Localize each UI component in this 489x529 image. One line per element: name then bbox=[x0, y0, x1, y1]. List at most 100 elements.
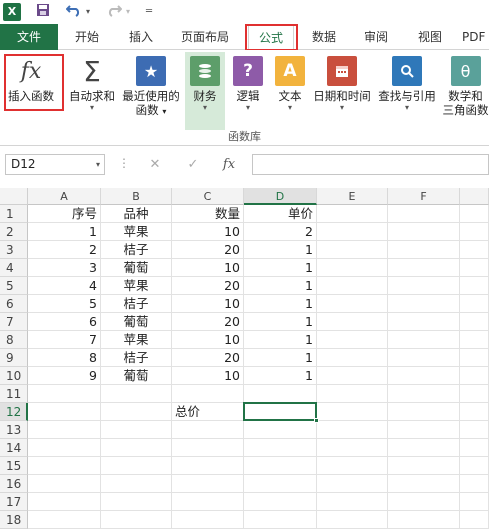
cell-g11[interactable] bbox=[460, 385, 489, 403]
row-header-8[interactable]: 8 bbox=[0, 331, 28, 349]
cell-f12[interactable] bbox=[388, 403, 460, 421]
cell-d18[interactable] bbox=[244, 511, 317, 529]
cell-f10[interactable] bbox=[388, 367, 460, 385]
cell-d5[interactable]: 1 bbox=[244, 277, 317, 295]
cell-d14[interactable] bbox=[244, 439, 317, 457]
cell-f1[interactable] bbox=[388, 205, 460, 223]
cell-g4[interactable] bbox=[460, 259, 489, 277]
cell-e17[interactable] bbox=[317, 493, 388, 511]
cell-c12[interactable]: 总价 bbox=[172, 403, 244, 421]
cell-b4[interactable]: 葡萄 bbox=[101, 259, 172, 277]
cell-e15[interactable] bbox=[317, 457, 388, 475]
cell-b9[interactable]: 桔子 bbox=[101, 349, 172, 367]
cell-f5[interactable] bbox=[388, 277, 460, 295]
row-header-6[interactable]: 6 bbox=[0, 295, 28, 313]
chevron-down-icon[interactable]: ▾ bbox=[96, 155, 100, 174]
cell-d15[interactable] bbox=[244, 457, 317, 475]
confirm-icon[interactable]: ✓ bbox=[182, 155, 204, 175]
cell-d17[interactable] bbox=[244, 493, 317, 511]
tab-formulas[interactable]: 公式 bbox=[248, 24, 294, 51]
cell-f11[interactable] bbox=[388, 385, 460, 403]
cell-a3[interactable]: 2 bbox=[28, 241, 101, 259]
cell-e8[interactable] bbox=[317, 331, 388, 349]
insert-function-button[interactable]: fx 插入函数 bbox=[2, 52, 60, 130]
cell-g10[interactable] bbox=[460, 367, 489, 385]
row-header-14[interactable]: 14 bbox=[0, 439, 28, 457]
undo-dropdown-icon[interactable]: ▾ bbox=[86, 3, 90, 21]
cell-e1[interactable] bbox=[317, 205, 388, 223]
cell-a7[interactable]: 6 bbox=[28, 313, 101, 331]
cell-b5[interactable]: 苹果 bbox=[101, 277, 172, 295]
cell-b16[interactable] bbox=[101, 475, 172, 493]
cell-c13[interactable] bbox=[172, 421, 244, 439]
cancel-icon[interactable]: ✕ bbox=[144, 155, 166, 175]
cell-g15[interactable] bbox=[460, 457, 489, 475]
cell-a11[interactable] bbox=[28, 385, 101, 403]
cell-b17[interactable] bbox=[101, 493, 172, 511]
cell-g8[interactable] bbox=[460, 331, 489, 349]
cell-c15[interactable] bbox=[172, 457, 244, 475]
date-time-button[interactable]: 日期和时间 ▾ bbox=[310, 52, 374, 130]
cell-c6[interactable]: 10 bbox=[172, 295, 244, 313]
cell-e16[interactable] bbox=[317, 475, 388, 493]
cell-f17[interactable] bbox=[388, 493, 460, 511]
cell-e2[interactable] bbox=[317, 223, 388, 241]
cell-d6[interactable]: 1 bbox=[244, 295, 317, 313]
cell-c5[interactable]: 20 bbox=[172, 277, 244, 295]
cell-g9[interactable] bbox=[460, 349, 489, 367]
cell-c9[interactable]: 20 bbox=[172, 349, 244, 367]
row-header-15[interactable]: 15 bbox=[0, 457, 28, 475]
cell-b3[interactable]: 桔子 bbox=[101, 241, 172, 259]
cell-a1[interactable]: 序号 bbox=[28, 205, 101, 223]
cell-f4[interactable] bbox=[388, 259, 460, 277]
cell-e10[interactable] bbox=[317, 367, 388, 385]
tab-review[interactable]: 审阅 bbox=[356, 24, 396, 50]
row-header-7[interactable]: 7 bbox=[0, 313, 28, 331]
cell-b12[interactable] bbox=[101, 403, 172, 421]
cell-f16[interactable] bbox=[388, 475, 460, 493]
cell-f3[interactable] bbox=[388, 241, 460, 259]
cell-e13[interactable] bbox=[317, 421, 388, 439]
cell-d11[interactable] bbox=[244, 385, 317, 403]
row-header-11[interactable]: 11 bbox=[0, 385, 28, 403]
cell-e7[interactable] bbox=[317, 313, 388, 331]
column-header-b[interactable]: B bbox=[101, 188, 172, 205]
cell-c16[interactable] bbox=[172, 475, 244, 493]
cell-c14[interactable] bbox=[172, 439, 244, 457]
cell-d2[interactable]: 2 bbox=[244, 223, 317, 241]
cell-e14[interactable] bbox=[317, 439, 388, 457]
cell-g12[interactable] bbox=[460, 403, 489, 421]
cell-d1[interactable]: 单价 bbox=[244, 205, 317, 223]
cell-g13[interactable] bbox=[460, 421, 489, 439]
cell-e11[interactable] bbox=[317, 385, 388, 403]
cell-e18[interactable] bbox=[317, 511, 388, 529]
cell-c3[interactable]: 20 bbox=[172, 241, 244, 259]
cell-d10[interactable]: 1 bbox=[244, 367, 317, 385]
redo-icon[interactable] bbox=[106, 3, 123, 21]
cell-g14[interactable] bbox=[460, 439, 489, 457]
row-header-1[interactable]: 1 bbox=[0, 205, 28, 223]
cell-b10[interactable]: 葡萄 bbox=[101, 367, 172, 385]
cell-b11[interactable] bbox=[101, 385, 172, 403]
cell-b6[interactable]: 桔子 bbox=[101, 295, 172, 313]
customize-icon[interactable]: ═ bbox=[146, 3, 152, 21]
lookup-reference-button[interactable]: 查找与引用 ▾ bbox=[376, 52, 438, 130]
formula-bar-grip-icon[interactable]: ⋮ bbox=[118, 156, 130, 170]
math-trig-button[interactable]: θ 数学和 三角函数 bbox=[442, 52, 489, 130]
recent-functions-button[interactable]: ★ 最近使用的 函数 ▾ bbox=[120, 52, 182, 130]
cell-g5[interactable] bbox=[460, 277, 489, 295]
column-header-g[interactable] bbox=[460, 188, 489, 205]
cell-e6[interactable] bbox=[317, 295, 388, 313]
autosum-button[interactable]: Σ 自动求和 ▾ bbox=[66, 52, 118, 130]
cell-e5[interactable] bbox=[317, 277, 388, 295]
cell-b15[interactable] bbox=[101, 457, 172, 475]
cell-c1[interactable]: 数量 bbox=[172, 205, 244, 223]
cell-c7[interactable]: 20 bbox=[172, 313, 244, 331]
tab-pdf[interactable]: PDF bbox=[462, 24, 489, 50]
column-header-e[interactable]: E bbox=[317, 188, 388, 205]
cell-a8[interactable]: 7 bbox=[28, 331, 101, 349]
fill-handle[interactable] bbox=[314, 418, 319, 423]
cell-f8[interactable] bbox=[388, 331, 460, 349]
redo-dropdown-icon[interactable]: ▾ bbox=[126, 3, 130, 21]
cell-d7[interactable]: 1 bbox=[244, 313, 317, 331]
